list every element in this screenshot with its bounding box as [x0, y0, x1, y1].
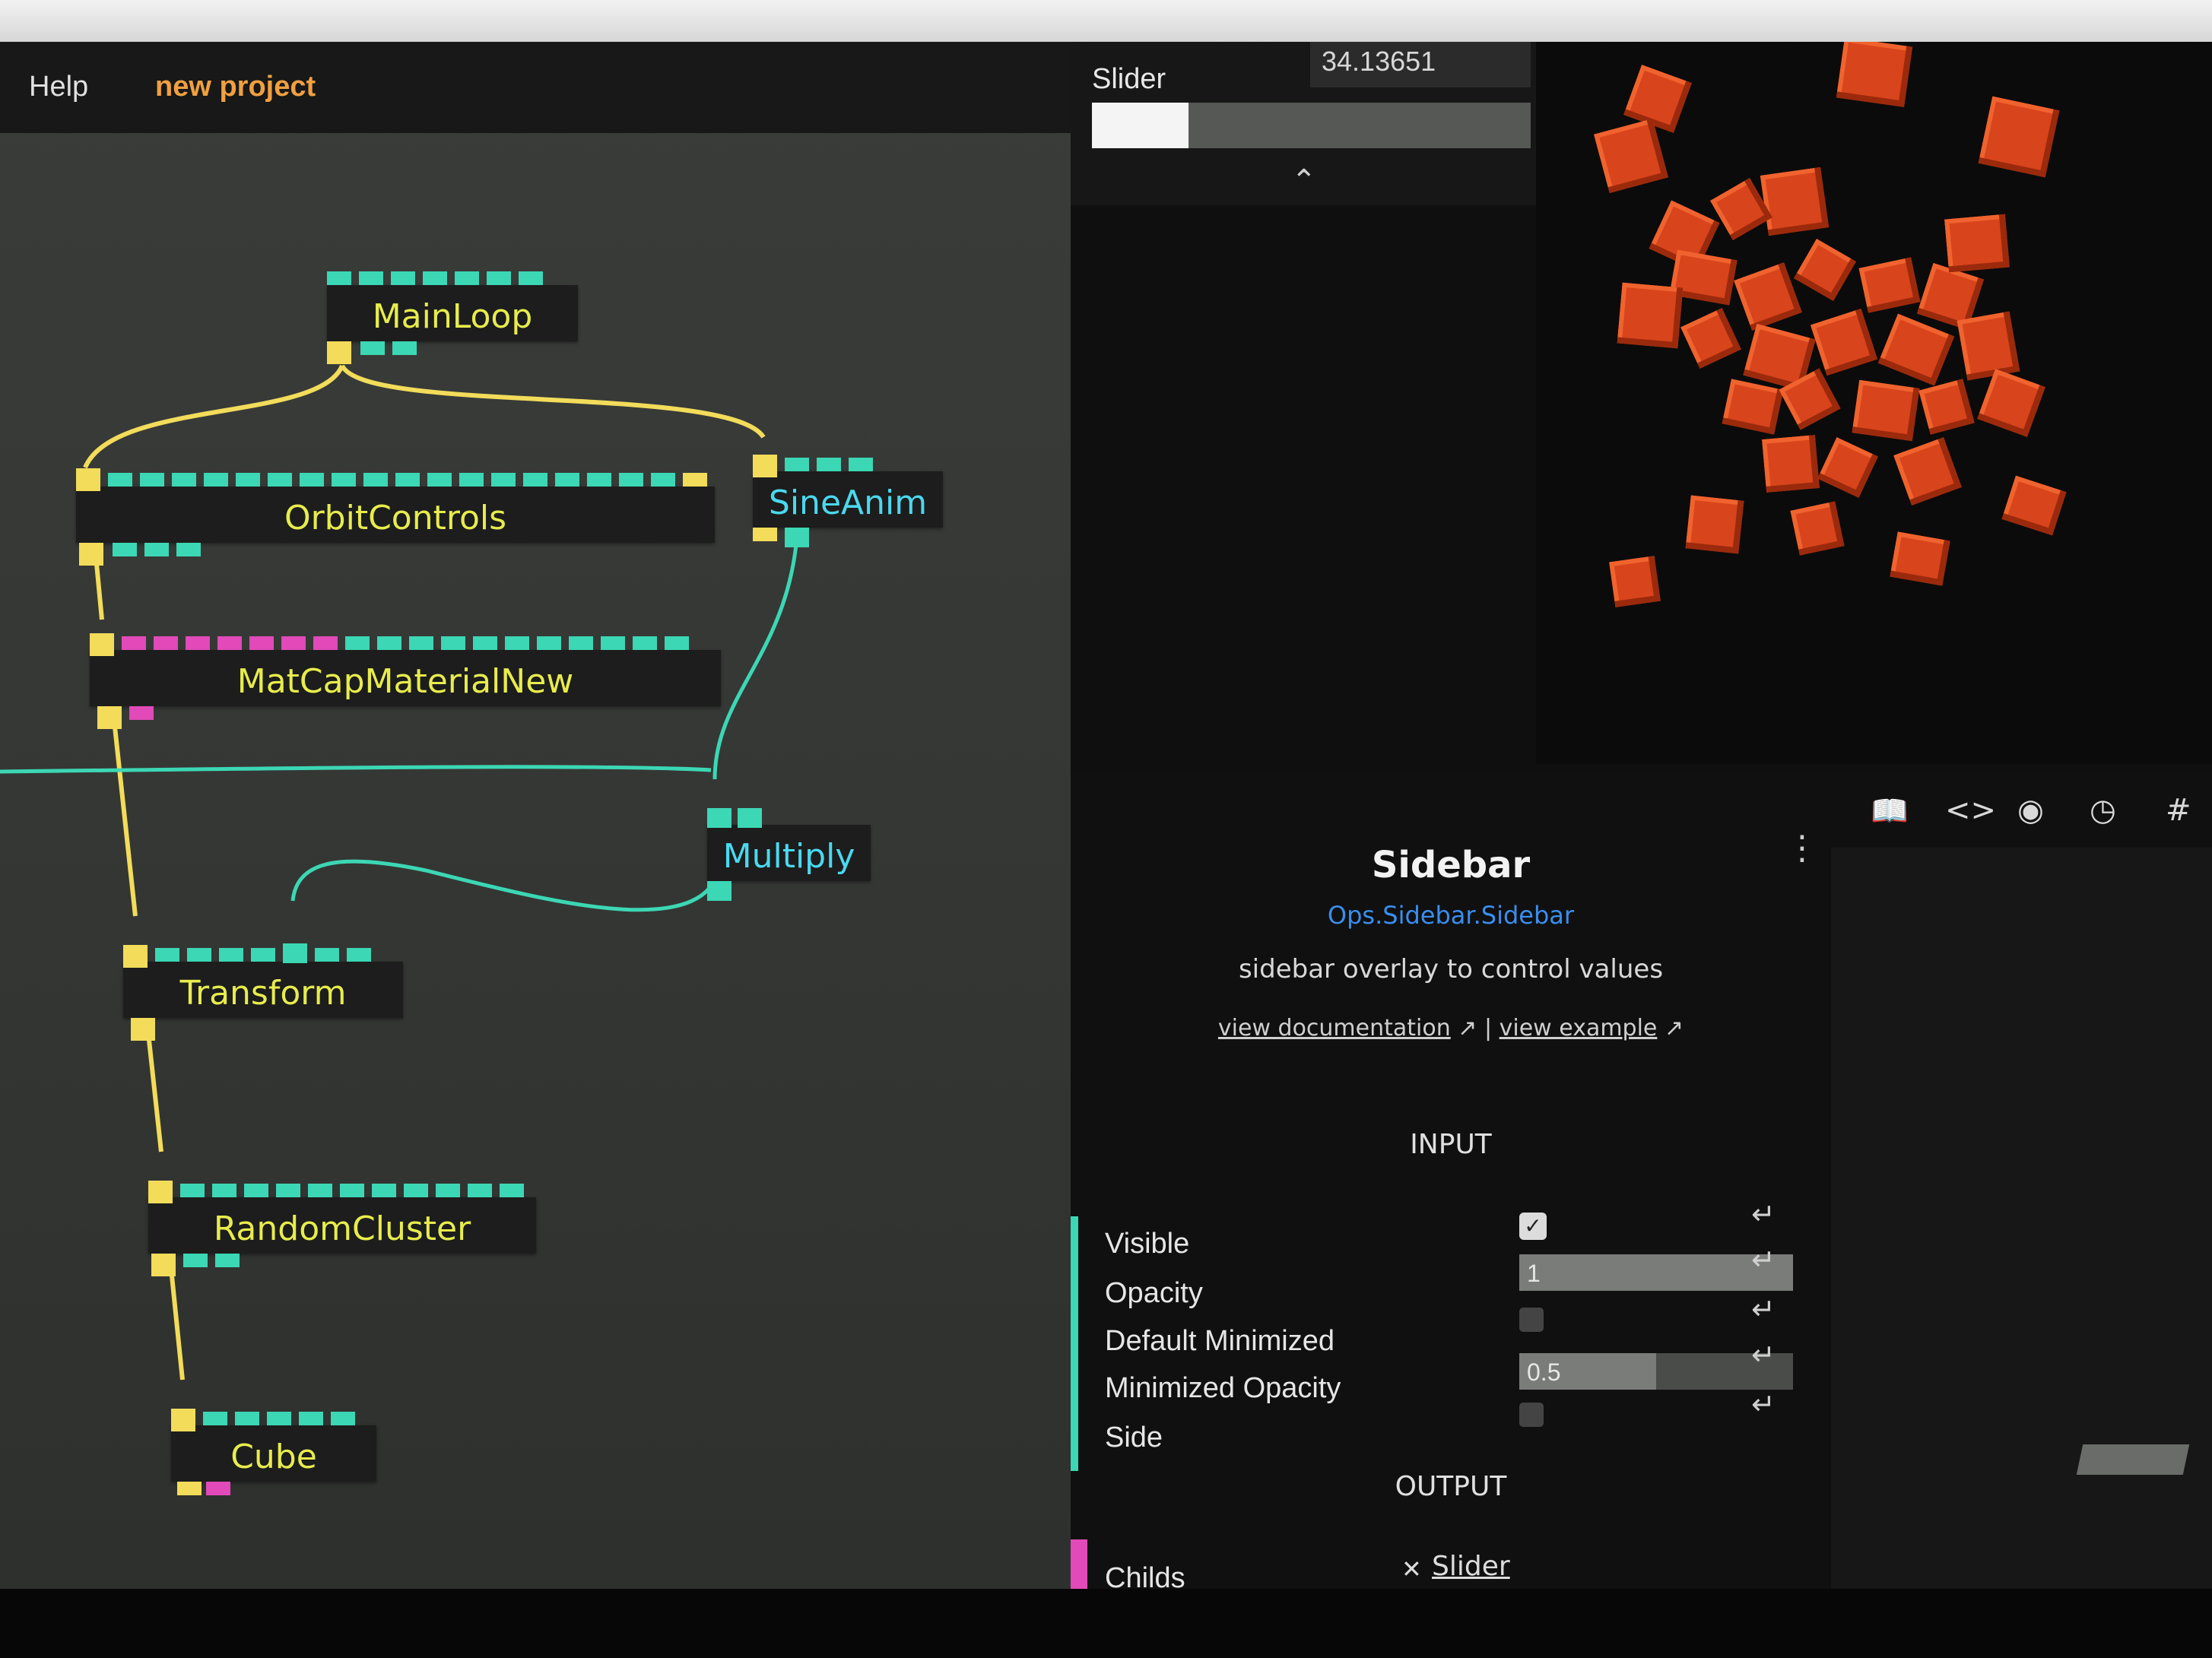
close-icon[interactable]: ✕: [1401, 1555, 1422, 1584]
patch-editor[interactable]: Help new project MainLoop OrbitControls …: [0, 42, 1071, 1593]
rendered-cube: [1685, 495, 1744, 554]
render-canvas[interactable]: [1536, 42, 2212, 764]
port-label-minimized-opacity: Minimized Opacity: [1105, 1372, 1341, 1404]
rendered-cube: [1810, 308, 1878, 376]
node-mainloop[interactable]: MainLoop: [327, 271, 578, 364]
port-label-visible: Visible: [1105, 1228, 1190, 1260]
node-sineanim[interactable]: SineAnim: [753, 455, 943, 547]
return-icon[interactable]: ↵: [1751, 1338, 1776, 1371]
slider-value: 34.13651: [1322, 46, 1436, 77]
input-heading: INPUT: [1410, 1129, 1492, 1160]
view-example-link[interactable]: view example: [1500, 1015, 1658, 1041]
right-toolbar: 📖 <> ◉ ◷ #: [1831, 772, 2212, 848]
side-checkbox[interactable]: [1519, 1403, 1544, 1427]
sidebar-overlay: Slider 34.13651 ⌃: [1071, 42, 1546, 205]
node-matcapmaterialnew[interactable]: MatCapMaterialNew: [90, 633, 721, 729]
hash-icon[interactable]: #: [2166, 793, 2191, 828]
node-title: Transform: [179, 974, 347, 1013]
code-icon[interactable]: <>: [1945, 793, 1996, 828]
op-title: Sidebar: [1371, 844, 1531, 886]
slider-label: Slider: [1092, 63, 1166, 95]
rendered-cube: [1858, 257, 1921, 313]
rendered-cube: [2001, 475, 2067, 536]
return-icon[interactable]: ↵: [1751, 1387, 1776, 1421]
rendered-cube: [1957, 311, 2020, 381]
input-port-indicator: [1071, 1216, 1078, 1471]
external-link-icon[interactable]: ↗: [1458, 1015, 1477, 1041]
rendered-cube: [1918, 379, 1975, 435]
return-icon[interactable]: ↵: [1751, 1243, 1776, 1276]
book-icon[interactable]: 📖: [1871, 793, 1909, 829]
rendered-cube: [1852, 379, 1920, 442]
output-heading: OUTPUT: [1395, 1471, 1507, 1502]
node-title: SineAnim: [768, 483, 928, 522]
rendered-cube: [1893, 437, 1962, 506]
opacity-value: 1: [1527, 1260, 1541, 1287]
port-label-default-minimized: Default Minimized: [1105, 1325, 1334, 1357]
node-multiply[interactable]: Multiply: [707, 808, 871, 901]
return-icon[interactable]: ↵: [1751, 1292, 1776, 1326]
op-links: view documentation ↗ | view example ↗: [1071, 1015, 1831, 1041]
clock-icon[interactable]: ◷: [2090, 793, 2116, 828]
rendered-cube: [1977, 369, 2045, 437]
view-documentation-link[interactable]: view documentation: [1218, 1015, 1451, 1041]
return-icon[interactable]: ↵: [1751, 1197, 1776, 1231]
rendered-cube: [1978, 96, 2060, 178]
child-op-link[interactable]: Slider: [1432, 1551, 1510, 1582]
node-transform[interactable]: Transform: [123, 943, 403, 1041]
cable-multiply-transform: [290, 858, 723, 912]
rendered-cube: [1734, 262, 1802, 331]
default-minimized-checkbox[interactable]: [1519, 1308, 1544, 1332]
rendered-cube: [1944, 214, 2010, 273]
cables-editor-screen: Help new project MainLoop OrbitControls …: [0, 42, 2212, 1631]
chevron-up-icon[interactable]: ⌃: [1291, 163, 1317, 198]
slider-fill: [1092, 103, 1189, 148]
node-title: MatCapMaterialNew: [236, 662, 574, 701]
rendered-cube: [1594, 119, 1668, 193]
port-label-side: Side: [1105, 1422, 1163, 1454]
rendered-cube: [1890, 531, 1950, 586]
node-title: MainLoop: [372, 297, 533, 336]
node-cube[interactable]: Cube: [171, 1409, 376, 1495]
cables-logo: [2076, 1444, 2190, 1475]
rendered-cube: [1617, 282, 1684, 349]
right-panel: [1831, 848, 2212, 1593]
node-title: RandomCluster: [213, 1209, 471, 1248]
rendered-cube: [1794, 239, 1856, 301]
rendered-cube: [1762, 435, 1820, 493]
rendered-cube: [1680, 308, 1741, 369]
rendered-cube: [1760, 166, 1830, 236]
cable-mainloop-sine: [340, 364, 766, 439]
port-label-opacity: Opacity: [1105, 1277, 1203, 1309]
external-link-icon[interactable]: ↗: [1665, 1015, 1684, 1041]
node-title: Cube: [230, 1438, 317, 1476]
op-path-link[interactable]: Ops.Sidebar.Sidebar: [1071, 901, 1831, 930]
minimized-opacity-value: 0.5: [1527, 1358, 1561, 1386]
photo-background-bottom: [0, 1589, 2212, 1658]
cable-external-multiply: [0, 765, 712, 774]
rendered-cube: [1722, 379, 1784, 435]
rendered-cube: [1609, 556, 1661, 607]
rendered-cube: [1877, 313, 1955, 386]
node-orbitcontrols[interactable]: OrbitControls: [76, 468, 715, 566]
eye-icon[interactable]: ◉: [2017, 793, 2044, 828]
node-title: Multiply: [722, 837, 855, 876]
cable-mainloop-orbit: [83, 364, 344, 469]
visible-checkbox[interactable]: ✓: [1519, 1213, 1547, 1240]
op-info-panel: ⋮ Sidebar Ops.Sidebar.Sidebar sidebar ov…: [1071, 772, 1831, 1631]
node-title: OrbitControls: [284, 499, 507, 537]
rendered-cube: [1836, 42, 1913, 107]
rendered-cube: [1790, 501, 1845, 556]
node-randomcluster[interactable]: RandomCluster: [148, 1181, 536, 1276]
rendered-cube: [1817, 437, 1878, 498]
op-description: sidebar overlay to control values: [1238, 954, 1664, 984]
link-separator: |: [1484, 1015, 1493, 1041]
